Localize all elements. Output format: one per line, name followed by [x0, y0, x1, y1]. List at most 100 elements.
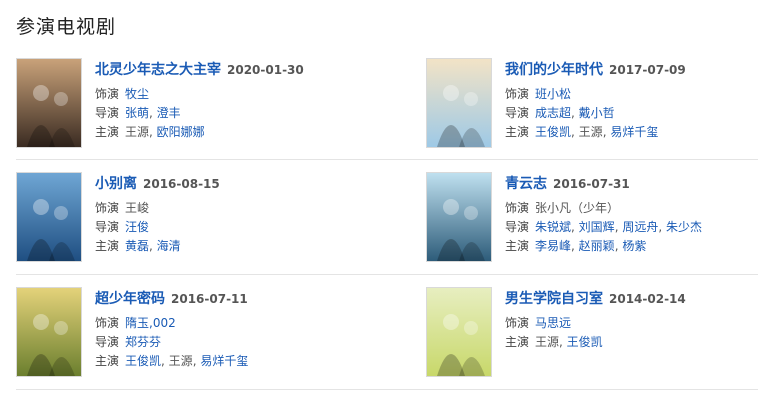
drama-card: 小别离 2016-08-15 饰演 王峻 导演 汪俊 主演 黄磊, 海清 [16, 172, 411, 262]
role-line-label: 饰演 [95, 201, 120, 215]
drama-title-link[interactable]: 北灵少年志之大主宰 [95, 62, 221, 78]
cast-line: 主演 王源, 欧阳娜娜 [95, 123, 411, 142]
release-date: 2017-07-09 [609, 63, 686, 77]
person-link[interactable]: 黄磊 [125, 239, 149, 253]
person-link[interactable]: 牧尘 [125, 87, 149, 101]
role-line-label: 饰演 [505, 316, 530, 330]
person-name: 张小凡（少年） [535, 201, 620, 215]
cast-line-label: 主演 [95, 125, 120, 139]
drama-poster[interactable] [16, 172, 82, 262]
drama-info: 北灵少年志之大主宰 2020-01-30 饰演 牧尘 导演 张萌, 澄丰主演 王源, 欧阳娜… [95, 58, 411, 142]
separator: , [571, 220, 579, 234]
director-line-label: 导演 [95, 106, 120, 120]
cast-line-label: 主演 [505, 239, 530, 253]
drama-title-link[interactable]: 青云志 [505, 176, 547, 192]
director-line: 导演 朱锐斌, 刘国辉, 周远舟, 朱少杰 [505, 218, 758, 237]
drama-title-link[interactable]: 我们的少年时代 [505, 62, 603, 78]
person-link[interactable]: 李易峰 [535, 239, 571, 253]
person-link[interactable]: 澄丰 [157, 106, 181, 120]
person-link[interactable]: 欧阳娜娜 [157, 125, 205, 139]
director-line-label: 导演 [95, 335, 120, 349]
cast-line: 主演 李易峰, 赵丽颖, 杨紫 [505, 237, 758, 256]
person-link[interactable]: 刘国辉 [579, 220, 615, 234]
release-date: 2016-07-31 [553, 177, 630, 191]
drama-row: 北灵少年志之大主宰 2020-01-30 饰演 牧尘 导演 张萌, 澄丰 主演 王源, 欧阳娜… [16, 46, 758, 160]
poster-art [427, 288, 491, 376]
person-link[interactable]: 易烊千玺 [200, 354, 248, 368]
drama-title-link[interactable]: 超少年密码 [95, 291, 165, 307]
drama-row: 小别离 2016-08-15 饰演 王峻 导演 汪俊 主演 黄磊, 海清 青云志 2016-07-… [16, 160, 758, 275]
person-link[interactable]: 汪俊 [125, 220, 149, 234]
drama-card: 我们的少年时代 2017-07-09 饰演 班小松 导演 成志超, 戴小哲 主演 王俊凯, 王… [426, 58, 758, 148]
person-link[interactable]: 赵丽颖 [579, 239, 615, 253]
separator: , [571, 106, 579, 120]
separator: , [658, 220, 666, 234]
person-link[interactable]: 戴小哲 [579, 106, 615, 120]
person-link[interactable]: 朱少杰 [666, 220, 702, 234]
drama-info: 我们的少年时代 2017-07-09 饰演 班小松 导演 成志超, 戴小哲 主演 王俊凯, 王… [505, 58, 758, 142]
poster-art [17, 173, 81, 261]
person-link[interactable]: 郑芬芬 [125, 335, 161, 349]
director-line: 导演 成志超, 戴小哲 [505, 104, 758, 123]
person-name: 王源 [535, 335, 560, 349]
person-link[interactable]: 杨紫 [622, 239, 646, 253]
section-title: 参演电视剧 [16, 16, 117, 38]
person-link[interactable]: 王俊凯 [567, 335, 603, 349]
person-link[interactable]: 海清 [157, 239, 181, 253]
drama-poster[interactable] [16, 287, 82, 377]
title-line: 北灵少年志之大主宰 2020-01-30 [95, 58, 411, 80]
drama-card: 青云志 2016-07-31 饰演 张小凡（少年） 导演 朱锐斌, 刘国辉, 周远舟, 朱… [426, 172, 758, 262]
drama-info: 超少年密码 2016-07-11 饰演 隋玉,002 导演 郑芬芬 主演 王俊凯, 王源, 易… [95, 287, 411, 371]
separator: , [571, 239, 579, 253]
drama-poster[interactable] [426, 172, 492, 262]
role-line-label: 饰演 [95, 316, 120, 330]
drama-poster[interactable] [16, 58, 82, 148]
director-line-label: 导演 [505, 106, 530, 120]
drama-card: 北灵少年志之大主宰 2020-01-30 饰演 牧尘 导演 张萌, 澄丰主演 王源, 欧阳娜… [16, 58, 411, 148]
title-line: 超少年密码 2016-07-11 [95, 287, 411, 309]
cast-line-label: 主演 [505, 335, 530, 349]
drama-card: 超少年密码 2016-07-11 饰演 隋玉,002 导演 郑芬芬 主演 王俊凯, 王源, 易… [16, 287, 411, 377]
role-line: 饰演 马思远 [505, 314, 758, 333]
drama-poster[interactable] [426, 58, 492, 148]
role-line-label: 饰演 [95, 87, 120, 101]
person-link[interactable]: 班小松 [535, 87, 571, 101]
cast-line-label: 主演 [505, 125, 530, 139]
person-link[interactable]: 成志超 [535, 106, 571, 120]
person-link[interactable]: 王俊凯 [535, 125, 571, 139]
release-date: 2016-07-11 [171, 292, 248, 306]
poster-art [17, 59, 81, 147]
director-line-label: 导演 [95, 220, 120, 234]
person-name: 王峻 [125, 201, 150, 215]
person-link[interactable]: 朱锐斌 [535, 220, 571, 234]
separator: , [559, 335, 567, 349]
cast-line: 主演 王俊凯, 王源, 易烊千玺 [95, 352, 411, 371]
person-link[interactable]: 张萌 [125, 106, 149, 120]
drama-info: 青云志 2016-07-31 饰演 张小凡（少年） 导演 朱锐斌, 刘国辉, 周远舟, 朱… [505, 172, 758, 256]
separator: , [149, 125, 157, 139]
role-line-label: 饰演 [505, 87, 530, 101]
drama-title-link[interactable]: 小别离 [95, 176, 137, 192]
person-link[interactable]: 王俊凯 [125, 354, 161, 368]
role-line: 饰演 班小松 [505, 85, 758, 104]
role-line: 饰演 隋玉,002 [95, 314, 411, 333]
drama-title-link[interactable]: 男生学院自习室 [505, 291, 603, 307]
director-line: 导演 郑芬芬 [95, 333, 411, 352]
tv-dramas-page: 参演电视剧 北灵少年志之大主宰 2020-01-30 饰演 牧尘 导演 张萌, 澄丰 主演王… [0, 0, 758, 398]
director-line-label: 导演 [505, 220, 530, 234]
poster-art [427, 173, 491, 261]
drama-poster[interactable] [426, 287, 492, 377]
release-date: 2020-01-30 [227, 63, 304, 77]
person-name: 王源 [125, 125, 150, 139]
poster-art [427, 59, 491, 147]
title-line: 男生学院自习室 2014-02-14 [505, 287, 758, 309]
separator: , [161, 354, 169, 368]
person-name: 王源 [168, 354, 193, 368]
role-line: 饰演 王峻 [95, 199, 411, 218]
person-link[interactable]: 周远舟 [622, 220, 658, 234]
person-link[interactable]: 马思远 [535, 316, 571, 330]
drama-info: 男生学院自习室 2014-02-14 饰演 马思远 主演 王源, 王俊凯 [505, 287, 758, 352]
person-link[interactable]: 易烊千玺 [610, 125, 658, 139]
director-line: 导演 汪俊 [95, 218, 411, 237]
person-link[interactable]: 隋玉,002 [125, 316, 176, 330]
